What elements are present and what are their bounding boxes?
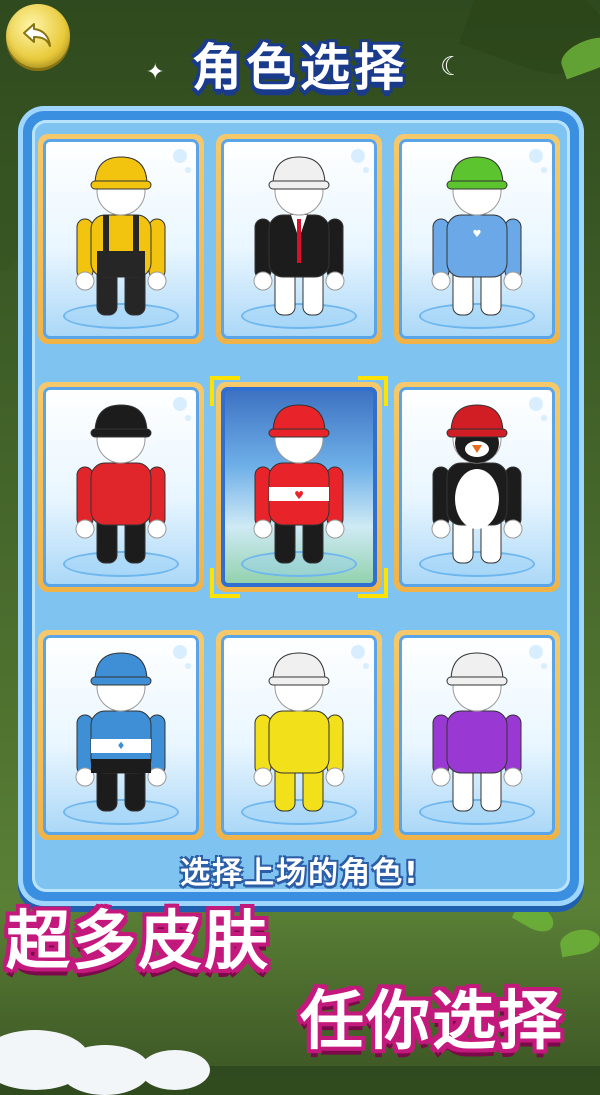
character-portrait: [43, 139, 199, 339]
character-figure-suit: [253, 156, 345, 316]
character-figure-striped: ♦: [75, 652, 167, 812]
character-figure-red-sweater: [75, 404, 167, 564]
character-portrait: [399, 387, 555, 587]
character-card-blue-shirt[interactable]: ♥: [394, 134, 560, 344]
title-moon-icon: ☾: [440, 52, 464, 82]
title-sparkle-icon: ✦: [146, 60, 165, 85]
character-figure-blue-shirt: ♥: [431, 156, 523, 316]
selection-corner: [210, 376, 240, 406]
page-title: 角色选择: [192, 39, 408, 97]
character-portrait: [43, 387, 199, 587]
character-figure-purple-shirt: [431, 652, 523, 812]
character-portrait: [221, 635, 377, 835]
character-figure-yellow-suit: [253, 652, 345, 812]
character-figure-worker: [75, 156, 167, 316]
promo-line-1: 超多皮肤: [6, 905, 270, 979]
character-card-red-sweater[interactable]: [38, 382, 204, 592]
snow-decoration: [60, 1045, 150, 1095]
character-portrait: [399, 635, 555, 835]
character-figure-hero: ♥: [253, 404, 345, 564]
character-figure-penguin: [431, 404, 523, 564]
select-prompt: 选择上场的角色!: [180, 856, 420, 891]
character-card-striped[interactable]: ♦: [38, 630, 204, 840]
background-leaf: [558, 926, 600, 958]
character-card-worker[interactable]: [38, 134, 204, 344]
character-portrait: ♥: [399, 139, 555, 339]
character-card-penguin[interactable]: [394, 382, 560, 592]
svg-text:♥: ♥: [294, 489, 304, 502]
character-portrait: ♦: [43, 635, 199, 835]
character-portrait: [221, 139, 377, 339]
character-card-suit[interactable]: [216, 134, 382, 344]
selection-corner: [210, 568, 240, 598]
selection-corner: [358, 568, 388, 598]
character-card-yellow-suit[interactable]: [216, 630, 382, 840]
promo-line-2: 任你选择: [300, 985, 564, 1059]
svg-text:♦: ♦: [117, 741, 126, 752]
character-portrait: ♥: [221, 387, 377, 587]
svg-text:♥: ♥: [473, 229, 482, 240]
selection-corner: [358, 376, 388, 406]
character-panel: ♥ ♥ ♦: [18, 106, 584, 906]
snow-decoration: [140, 1050, 210, 1090]
character-card-hero[interactable]: ♥: [210, 376, 388, 598]
character-card-purple-shirt[interactable]: [394, 630, 560, 840]
character-grid: ♥ ♥ ♦: [32, 120, 570, 892]
